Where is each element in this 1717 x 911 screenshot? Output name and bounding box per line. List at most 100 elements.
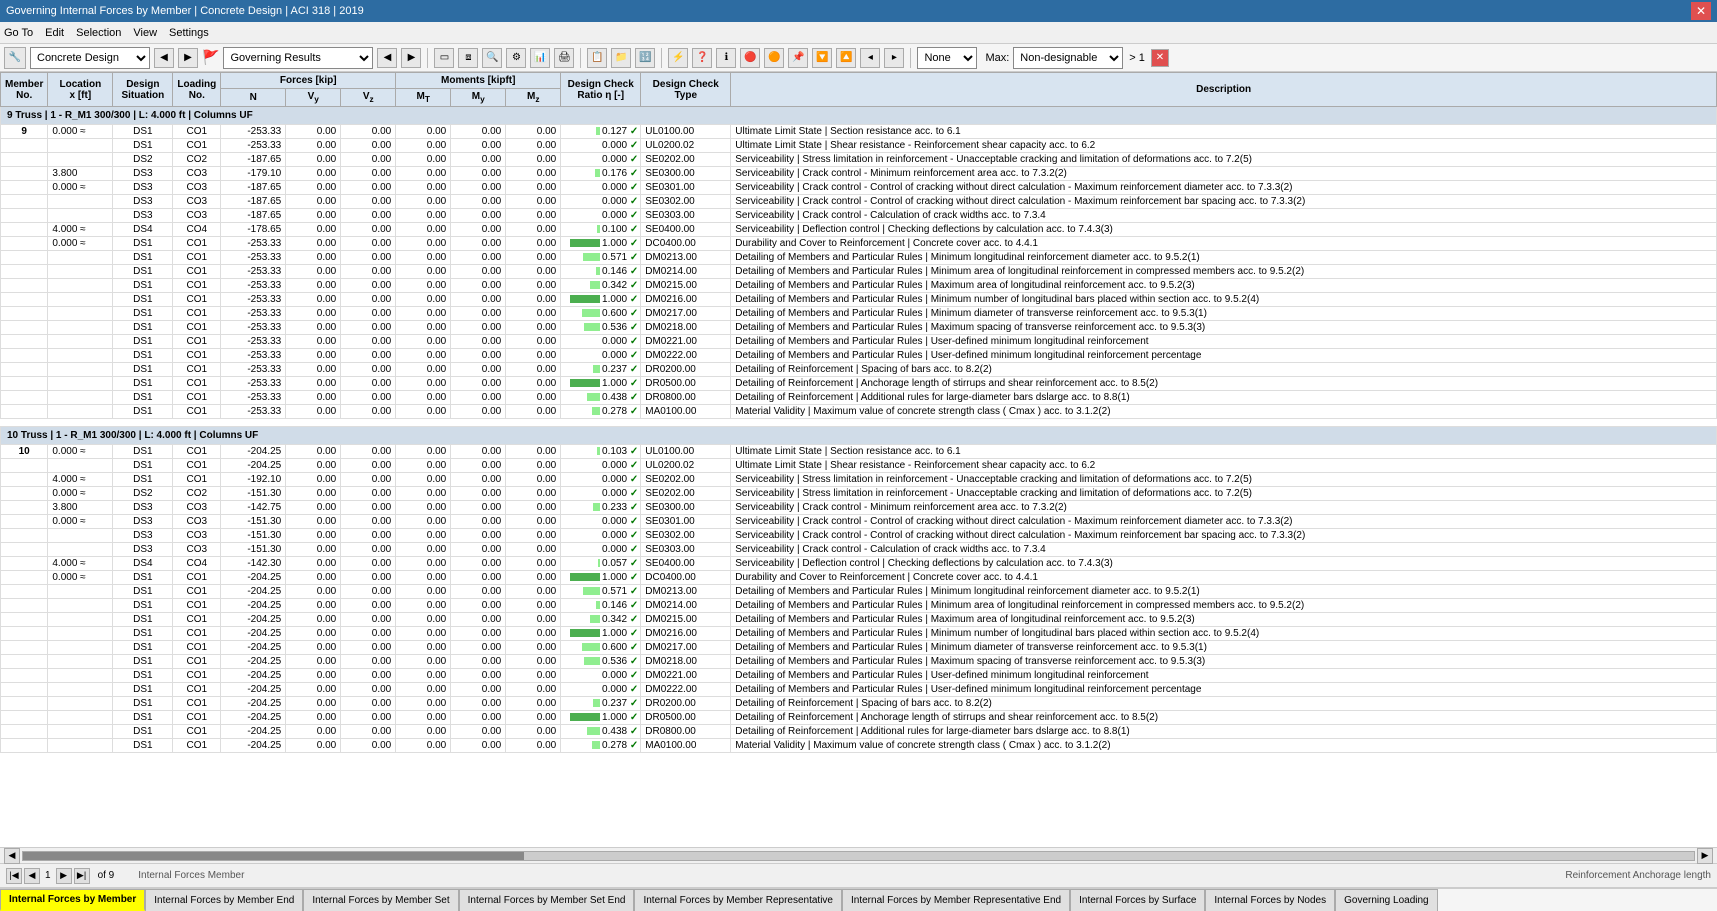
btn7[interactable]: 📋	[587, 48, 607, 68]
table-row[interactable]: DS1CO1-204.250.000.000.000.000.000.342 ✓…	[1, 613, 1717, 627]
table-row[interactable]: 4.000 ≈DS4CO4-178.650.000.000.000.000.00…	[1, 223, 1717, 237]
table-row[interactable]: DS1CO1-253.330.000.000.000.000.000.438 ✓…	[1, 391, 1717, 405]
table-row[interactable]: 4.000 ≈DS1CO1-192.100.000.000.000.000.00…	[1, 473, 1717, 487]
table-row[interactable]: DS1CO1-204.250.000.000.000.000.000.438 ✓…	[1, 725, 1717, 739]
table-row[interactable]: DS3CO3-187.650.000.000.000.000.000.000 ✓…	[1, 195, 1717, 209]
table-row[interactable]: DS1CO1-253.330.000.000.000.000.000.600 ✓…	[1, 307, 1717, 321]
tab-internal-forces-by-member[interactable]: Internal Forces by Member	[0, 889, 145, 911]
btn2[interactable]: ⧈	[458, 48, 478, 68]
table-row[interactable]: DS1CO1-253.330.000.000.000.000.000.571 ✓…	[1, 251, 1717, 265]
table-row[interactable]: 0.000 ≈DS1CO1-253.330.000.000.000.000.00…	[1, 237, 1717, 251]
table-row[interactable]: DS3CO3-187.650.000.000.000.000.000.000 ✓…	[1, 209, 1717, 223]
table-row[interactable]: 4.000 ≈DS4CO4-142.300.000.000.000.000.00…	[1, 557, 1717, 571]
tab-internal-forces-by-member-set[interactable]: Internal Forces by Member Set	[303, 889, 458, 911]
btn3[interactable]: 🔍	[482, 48, 502, 68]
menu-settings[interactable]: Settings	[169, 27, 209, 39]
table-row[interactable]: DS1CO1-204.250.000.000.000.000.000.237 ✓…	[1, 697, 1717, 711]
menu-selection[interactable]: Selection	[76, 27, 121, 39]
tab-internal-forces-by-member-end[interactable]: Internal Forces by Member End	[145, 889, 303, 911]
table-row[interactable]: 0.000 ≈DS3CO3-187.650.000.000.000.000.00…	[1, 181, 1717, 195]
scroll-right-btn[interactable]: ▶	[1697, 848, 1713, 864]
scroll-left-btn[interactable]: ◀	[4, 848, 20, 864]
description: Serviceability | Deflection control | Ch…	[731, 557, 1717, 571]
next-design-btn[interactable]: ▶	[178, 48, 198, 68]
table-row[interactable]: 90.000 ≈DS1CO1-253.330.000.000.000.000.0…	[1, 125, 1717, 139]
hscroll-bar[interactable]: ◀ ▶	[0, 847, 1717, 863]
menu-edit[interactable]: Edit	[45, 27, 64, 39]
table-row[interactable]: DS1CO1-253.330.000.000.000.000.000.237 ✓…	[1, 363, 1717, 377]
table-row[interactable]: DS2CO2-187.650.000.000.000.000.000.000 ✓…	[1, 153, 1717, 167]
cancel-red-btn[interactable]: ✕	[1151, 49, 1169, 67]
btn11[interactable]: ❓	[692, 48, 712, 68]
btn18[interactable]: ◂	[860, 48, 880, 68]
table-row[interactable]: DS1CO1-204.250.000.000.000.000.000.278 ✓…	[1, 739, 1717, 753]
table-row[interactable]: DS1CO1-253.330.000.000.000.000.001.000 ✓…	[1, 377, 1717, 391]
table-row[interactable]: DS1CO1-253.330.000.000.000.000.000.342 ✓…	[1, 279, 1717, 293]
btn17[interactable]: 🔼	[836, 48, 856, 68]
table-row[interactable]: DS1CO1-253.330.000.000.000.000.000.278 ✓…	[1, 405, 1717, 419]
tab-internal-forces-by-member-representative-end[interactable]: Internal Forces by Member Representative…	[842, 889, 1070, 911]
btn10[interactable]: ⚡	[668, 48, 688, 68]
ratio-cell: 0.000 ✓	[561, 195, 641, 209]
table-row[interactable]: DS1CO1-204.250.000.000.000.000.000.000 ✓…	[1, 669, 1717, 683]
btn16[interactable]: 🔽	[812, 48, 832, 68]
btn1[interactable]: ▭	[434, 48, 454, 68]
design-select[interactable]: Concrete Design	[30, 47, 150, 69]
table-row[interactable]: DS1CO1-253.330.000.000.000.000.000.000 ✓…	[1, 139, 1717, 153]
first-page-btn[interactable]: |◀	[6, 868, 22, 884]
table-row[interactable]: 0.000 ≈DS3CO3-151.300.000.000.000.000.00…	[1, 515, 1717, 529]
btn19[interactable]: ▸	[884, 48, 904, 68]
tab-internal-forces-by-nodes[interactable]: Internal Forces by Nodes	[1205, 889, 1335, 911]
table-row[interactable]: DS1CO1-204.250.000.000.000.000.000.600 ✓…	[1, 641, 1717, 655]
prev-design-btn[interactable]: ◀	[154, 48, 174, 68]
table-row[interactable]: DS1CO1-253.330.000.000.000.000.000.146 ✓…	[1, 265, 1717, 279]
member-num	[1, 557, 48, 571]
table-row[interactable]: 3.800DS3CO3-179.100.000.000.000.000.000.…	[1, 167, 1717, 181]
menu-goto[interactable]: Go To	[4, 27, 33, 39]
btn12[interactable]: ℹ	[716, 48, 736, 68]
next-result-btn[interactable]: ▶	[401, 48, 421, 68]
prev-result-btn[interactable]: ◀	[377, 48, 397, 68]
table-row[interactable]: DS1CO1-253.330.000.000.000.000.000.000 ✓…	[1, 349, 1717, 363]
none-select[interactable]: None	[917, 47, 977, 69]
btn6[interactable]: 🖨	[554, 48, 574, 68]
design-icon[interactable]: 🔧	[4, 47, 26, 69]
tab-internal-forces-by-surface[interactable]: Internal Forces by Surface	[1070, 889, 1205, 911]
table-container[interactable]: MemberNo. Locationx [ft] DesignSituation…	[0, 72, 1717, 847]
btn15[interactable]: 📌	[788, 48, 808, 68]
table-row[interactable]: DS1CO1-253.330.000.000.000.000.001.000 ✓…	[1, 293, 1717, 307]
table-row[interactable]: DS3CO3-151.300.000.000.000.000.000.000 ✓…	[1, 543, 1717, 557]
btn9[interactable]: 🔢	[635, 48, 655, 68]
next-page-btn[interactable]: ▶	[56, 868, 72, 884]
tab-governing-loading[interactable]: Governing Loading	[1335, 889, 1438, 911]
table-row[interactable]: DS3CO3-151.300.000.000.000.000.000.000 ✓…	[1, 529, 1717, 543]
result-select[interactable]: Governing Results	[223, 47, 373, 69]
design-situation: DS1	[113, 237, 173, 251]
table-row[interactable]: DS1CO1-253.330.000.000.000.000.000.000 ✓…	[1, 335, 1717, 349]
table-row[interactable]: DS1CO1-204.250.000.000.000.000.001.000 ✓…	[1, 627, 1717, 641]
table-row[interactable]: 100.000 ≈DS1CO1-204.250.000.000.000.000.…	[1, 445, 1717, 459]
btn5[interactable]: 📊	[530, 48, 550, 68]
table-row[interactable]: 0.000 ≈DS2CO2-151.300.000.000.000.000.00…	[1, 487, 1717, 501]
table-row[interactable]: DS1CO1-204.250.000.000.000.000.000.000 ✓…	[1, 683, 1717, 697]
prev-page-btn[interactable]: ◀	[24, 868, 40, 884]
menu-view[interactable]: View	[133, 27, 157, 39]
last-page-btn[interactable]: ▶|	[74, 868, 90, 884]
table-row[interactable]: DS1CO1-253.330.000.000.000.000.000.536 ✓…	[1, 321, 1717, 335]
table-row[interactable]: DS1CO1-204.250.000.000.000.000.000.571 ✓…	[1, 585, 1717, 599]
table-row[interactable]: DS1CO1-204.250.000.000.000.000.001.000 ✓…	[1, 711, 1717, 725]
table-row[interactable]: 0.000 ≈DS1CO1-204.250.000.000.000.000.00…	[1, 571, 1717, 585]
non-designable-select[interactable]: Non-designable	[1013, 47, 1123, 69]
btn8[interactable]: 📁	[611, 48, 631, 68]
btn14[interactable]: 🟠	[764, 48, 784, 68]
close-button[interactable]: ✕	[1691, 2, 1711, 20]
btn13[interactable]: 🔴	[740, 48, 760, 68]
table-row[interactable]: DS1CO1-204.250.000.000.000.000.000.146 ✓…	[1, 599, 1717, 613]
table-row[interactable]: 3.800DS3CO3-142.750.000.000.000.000.000.…	[1, 501, 1717, 515]
force-Vz: 0.00	[341, 627, 396, 641]
tab-internal-forces-by-member-representative[interactable]: Internal Forces by Member Representative	[634, 889, 842, 911]
table-row[interactable]: DS1CO1-204.250.000.000.000.000.000.536 ✓…	[1, 655, 1717, 669]
tab-internal-forces-by-member-set-end[interactable]: Internal Forces by Member Set End	[459, 889, 635, 911]
btn4[interactable]: ⚙	[506, 48, 526, 68]
table-row[interactable]: DS1CO1-204.250.000.000.000.000.000.000 ✓…	[1, 459, 1717, 473]
